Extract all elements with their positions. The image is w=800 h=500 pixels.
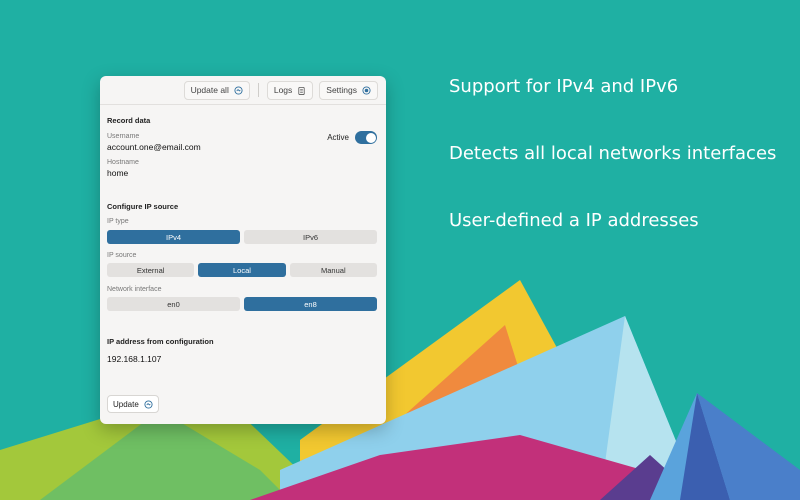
ip-type-ipv6-option[interactable]: IPv6 — [244, 230, 377, 244]
feature-ipv4-ipv6: Support for IPv4 and IPv6 — [449, 76, 679, 97]
interface-en8-option[interactable]: en8 — [244, 297, 377, 311]
refresh-icon — [234, 85, 243, 95]
toggle-knob — [365, 132, 376, 143]
toolbar-separator — [257, 83, 259, 97]
ip-type-ipv4-option[interactable]: IPv4 — [107, 230, 240, 244]
active-label: Active — [327, 133, 349, 142]
record-data-heading: Record data — [107, 116, 151, 125]
ip-source-local-option[interactable]: Local — [198, 263, 286, 277]
hostname-label: Hostname — [107, 159, 139, 166]
logs-label: Logs — [273, 85, 293, 95]
ip-source-label: IP source — [107, 252, 137, 259]
clipboard-icon — [298, 86, 305, 95]
ip-result-heading: IP address from configuration — [107, 337, 214, 346]
ip-type-segmented: IPv4 IPv6 — [107, 230, 377, 244]
active-control: Active — [327, 131, 377, 144]
configure-ip-heading: Configure IP source — [107, 202, 179, 211]
network-interface-segmented: en0 en8 — [107, 297, 377, 311]
interface-en0-option[interactable]: en0 — [107, 297, 240, 311]
ip-address-value: 192.168.1.107 — [107, 354, 162, 364]
username-value: account.one@email.com — [107, 142, 201, 152]
ip-type-label: IP type — [107, 218, 129, 225]
network-interface-label: Network interface — [107, 286, 162, 293]
feature-local-interfaces: Detects all local networks interfaces — [449, 143, 777, 164]
settings-label: Settings — [326, 85, 357, 95]
settings-button[interactable]: Settings — [319, 80, 378, 100]
app-window: Update all Logs Settings Record data Use… — [100, 76, 386, 424]
feature-user-defined: User-defined a IP addresses — [449, 210, 699, 231]
settings-radio-icon — [362, 85, 371, 95]
active-toggle[interactable] — [355, 131, 377, 144]
ip-source-segmented: External Local Manual — [107, 263, 377, 277]
hostname-value: home — [107, 168, 129, 178]
logs-button[interactable]: Logs — [266, 80, 314, 100]
refresh-icon — [144, 399, 153, 409]
ip-source-external-option[interactable]: External — [107, 263, 195, 277]
toolbar: Update all Logs Settings — [100, 76, 386, 105]
update-label: Update — [113, 399, 139, 409]
ip-source-manual-option[interactable]: Manual — [289, 263, 377, 277]
update-button[interactable]: Update — [107, 395, 159, 413]
update-all-button[interactable]: Update all — [183, 80, 250, 100]
username-label: Username — [107, 133, 140, 140]
update-all-label: Update all — [190, 85, 229, 95]
